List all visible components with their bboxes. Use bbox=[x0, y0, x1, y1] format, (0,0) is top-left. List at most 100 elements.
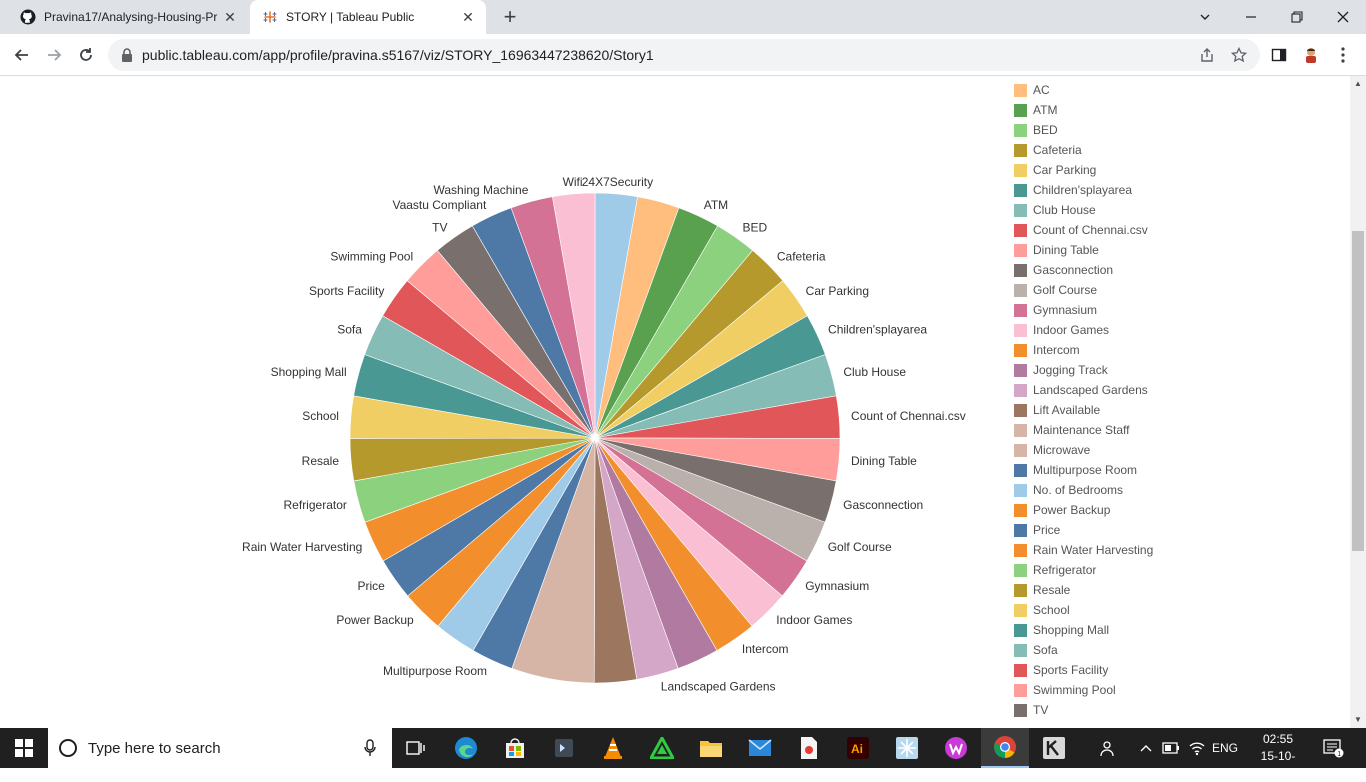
legend-item[interactable]: Golf Course bbox=[1014, 280, 1097, 300]
legend-item[interactable]: Intercom bbox=[1014, 340, 1080, 360]
menu-kebab-icon[interactable] bbox=[1332, 44, 1354, 66]
side-panel-icon[interactable] bbox=[1268, 44, 1290, 66]
legend-item[interactable]: BED bbox=[1014, 120, 1058, 140]
mail-icon[interactable] bbox=[736, 728, 784, 768]
language-indicator[interactable]: ENG bbox=[1212, 728, 1238, 768]
microphone-icon[interactable] bbox=[364, 739, 376, 757]
tab-tableau[interactable]: STORY | Tableau Public ✕ bbox=[250, 0, 486, 34]
close-window-button[interactable] bbox=[1320, 0, 1366, 34]
legend-item[interactable]: Swimming Pool bbox=[1014, 680, 1116, 700]
legend-item[interactable]: Sports Facility bbox=[1014, 660, 1108, 680]
keyboard-app-icon[interactable] bbox=[1030, 728, 1078, 768]
legend-swatch bbox=[1014, 443, 1027, 457]
legend-item[interactable]: Club House bbox=[1014, 200, 1096, 220]
wifi-icon[interactable] bbox=[1188, 728, 1206, 768]
bookmark-star-icon[interactable] bbox=[1230, 46, 1248, 64]
minimize-button[interactable] bbox=[1228, 0, 1274, 34]
scroll-down-icon[interactable]: ▼ bbox=[1350, 712, 1366, 726]
tab-github[interactable]: Pravina17/Analysing-Housing-Pr ✕ bbox=[8, 0, 248, 34]
snip-tool-icon[interactable] bbox=[883, 728, 931, 768]
document-app-icon[interactable] bbox=[785, 728, 833, 768]
windows-start-button[interactable] bbox=[0, 728, 48, 768]
new-tab-button[interactable]: + bbox=[498, 4, 522, 29]
legend-item[interactable]: Rain Water Harvesting bbox=[1014, 540, 1153, 560]
restore-button[interactable] bbox=[1274, 0, 1320, 34]
url-text[interactable]: public.tableau.com/app/profile/pravina.s… bbox=[142, 47, 654, 63]
tableau-viz: 24X7Security ATM BED Cafeteria Car Parking Ch… bbox=[0, 76, 1350, 728]
slice-label: Washing Machine bbox=[433, 183, 528, 197]
close-tab-icon[interactable]: ✕ bbox=[458, 7, 478, 27]
legend-item[interactable]: Resale bbox=[1014, 580, 1070, 600]
slice-label: Power Backup bbox=[336, 613, 414, 627]
task-view-icon[interactable] bbox=[392, 728, 440, 768]
legend-item[interactable]: AC bbox=[1014, 80, 1050, 100]
notification-center-icon[interactable]: 1 bbox=[1322, 728, 1344, 768]
vlc-icon[interactable] bbox=[589, 728, 637, 768]
legend-item[interactable]: Shopping Mall bbox=[1014, 620, 1109, 640]
legend-item[interactable]: TV bbox=[1014, 700, 1048, 720]
legend-item[interactable]: Jogging Track bbox=[1014, 360, 1108, 380]
profile-avatar[interactable] bbox=[1300, 44, 1322, 66]
legend-item[interactable]: Microwave bbox=[1014, 440, 1090, 460]
legend-item[interactable]: Car Parking bbox=[1014, 160, 1096, 180]
legend-item[interactable] bbox=[1014, 76, 1033, 78]
legend-swatch bbox=[1014, 543, 1027, 557]
chrome-icon[interactable] bbox=[981, 728, 1029, 768]
legend-item[interactable]: Dining Table bbox=[1014, 240, 1099, 260]
legend-item[interactable]: Indoor Games bbox=[1014, 320, 1109, 340]
legend-label: Golf Course bbox=[1033, 283, 1098, 297]
legend-item[interactable]: School bbox=[1014, 600, 1070, 620]
legend-item[interactable]: Cafeteria bbox=[1014, 140, 1082, 160]
lock-icon[interactable] bbox=[120, 47, 134, 68]
legend-label: Count of Chennai.csv bbox=[1033, 223, 1148, 237]
app-icon-terminal[interactable] bbox=[540, 728, 588, 768]
legend-item[interactable]: Landscaped Gardens bbox=[1014, 380, 1148, 400]
scroll-thumb[interactable] bbox=[1352, 231, 1364, 551]
file-explorer-icon[interactable] bbox=[687, 728, 735, 768]
slice-label: 24X7Security bbox=[582, 175, 653, 189]
slice-label: BED bbox=[743, 221, 768, 235]
legend-label: Jogging Track bbox=[1033, 363, 1108, 377]
legend-item[interactable]: Power Backup bbox=[1014, 500, 1110, 520]
slice-label: Landscaped Gardens bbox=[661, 679, 776, 693]
microsoft-store-icon[interactable] bbox=[491, 728, 539, 768]
wps-office-icon[interactable] bbox=[932, 728, 980, 768]
legend-swatch bbox=[1014, 563, 1027, 577]
legend-item[interactable]: Refrigerator bbox=[1014, 560, 1096, 580]
legend-swatch bbox=[1014, 363, 1027, 377]
back-button[interactable] bbox=[8, 41, 36, 69]
system-clock[interactable]: 02:55 15-10-2023 bbox=[1248, 731, 1308, 782]
illustrator-icon[interactable]: Ai bbox=[834, 728, 882, 768]
legend-item[interactable]: Sofa bbox=[1014, 640, 1058, 660]
slice-label: ATM bbox=[704, 198, 728, 212]
legend-swatch bbox=[1014, 483, 1027, 497]
battery-icon[interactable] bbox=[1162, 728, 1180, 768]
scroll-up-icon[interactable]: ▲ bbox=[1350, 76, 1366, 90]
green-app-icon[interactable] bbox=[638, 728, 686, 768]
legend-item[interactable]: Gymnasium bbox=[1014, 300, 1097, 320]
legend-item[interactable]: Price bbox=[1014, 520, 1060, 540]
legend-item[interactable]: Count of Chennai.csv bbox=[1014, 220, 1148, 240]
tab-search-chevron-icon[interactable] bbox=[1182, 0, 1228, 34]
legend-swatch bbox=[1014, 183, 1027, 197]
forward-button[interactable] bbox=[40, 41, 68, 69]
address-bar[interactable]: public.tableau.com/app/profile/pravina.s… bbox=[108, 39, 1260, 71]
reload-button[interactable] bbox=[72, 41, 100, 69]
people-icon[interactable] bbox=[1100, 728, 1118, 768]
show-hidden-icons-chevron[interactable] bbox=[1140, 728, 1152, 768]
legend-item[interactable]: Children'splayarea bbox=[1014, 180, 1132, 200]
legend-swatch bbox=[1014, 323, 1027, 337]
legend-item[interactable]: Gasconnection bbox=[1014, 260, 1113, 280]
legend-item[interactable]: No. of Bedrooms bbox=[1014, 480, 1123, 500]
legend-item[interactable]: Lift Available bbox=[1014, 400, 1100, 420]
legend-item[interactable]: Maintenance Staff bbox=[1014, 420, 1130, 440]
taskbar-search-box[interactable]: Type here to search bbox=[48, 728, 392, 768]
browser-toolbar: public.tableau.com/app/profile/pravina.s… bbox=[0, 34, 1366, 76]
close-tab-icon[interactable]: ✕ bbox=[220, 7, 240, 27]
legend-item[interactable]: ATM bbox=[1014, 100, 1057, 120]
page-scrollbar[interactable]: ▲ ▼ bbox=[1350, 76, 1366, 728]
legend-label: Car Parking bbox=[1033, 163, 1097, 177]
share-icon[interactable] bbox=[1198, 46, 1216, 64]
legend-item[interactable]: Multipurpose Room bbox=[1014, 460, 1137, 480]
edge-icon[interactable] bbox=[442, 728, 490, 768]
